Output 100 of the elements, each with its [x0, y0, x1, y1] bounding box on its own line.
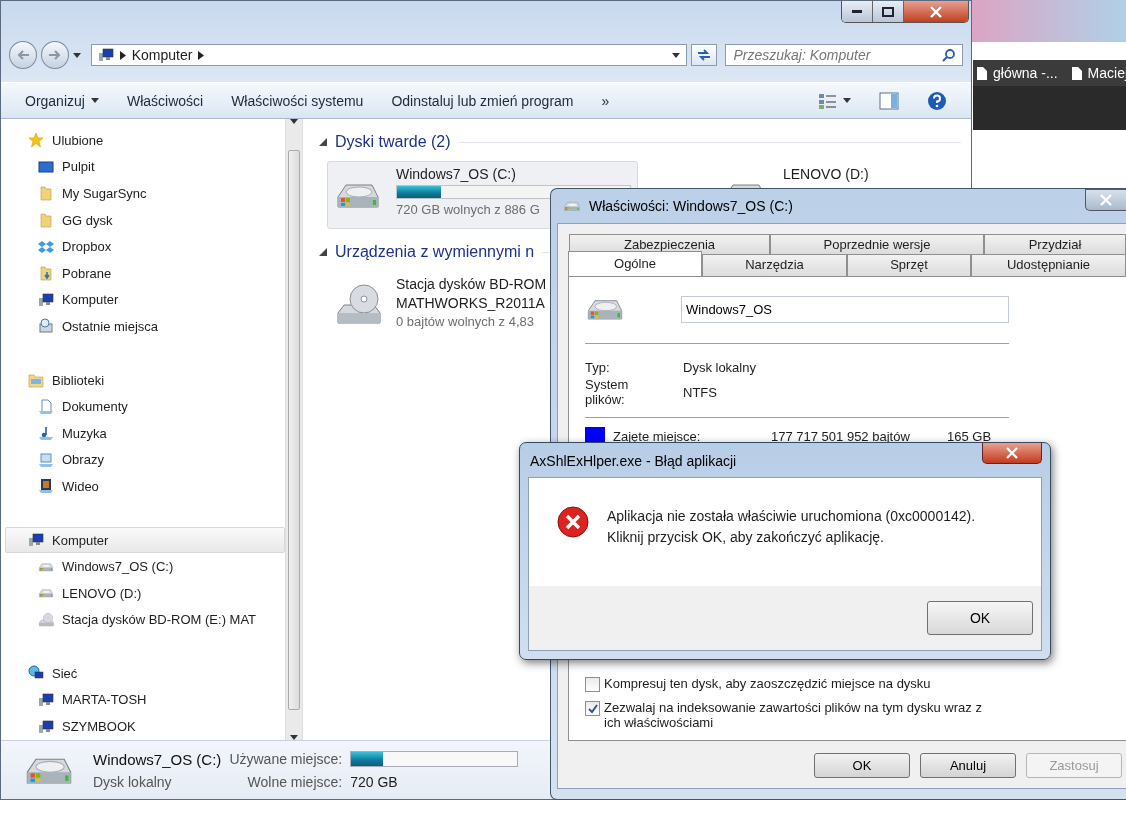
browser-tab[interactable]: główna -...	[977, 65, 1058, 81]
view-options-icon	[819, 92, 837, 109]
close-icon	[1099, 194, 1113, 206]
used-space-label: Używane miejsce:	[229, 751, 343, 767]
close-button[interactable]	[982, 443, 1042, 464]
forward-arrow-icon	[48, 50, 61, 60]
drive-type: Dysk lokalny	[93, 773, 173, 790]
computer-icon	[38, 718, 54, 735]
star-icon	[28, 132, 44, 149]
minimize-icon	[852, 9, 862, 14]
group-header[interactable]: Dyski twarde (2)	[335, 133, 451, 151]
drive-label: MATHWORKS_R2011A	[396, 295, 545, 311]
nav-item[interactable]: Dropbox	[5, 233, 285, 260]
scrollbar[interactable]	[285, 119, 302, 740]
nav-item[interactable]: Stacja dysków BD-ROM (E:) MAT	[5, 606, 285, 634]
computer-icon	[38, 291, 54, 308]
toolbar-button[interactable]: Odinstaluj lub zmień program	[381, 88, 584, 113]
page-icon	[1071, 66, 1082, 80]
toolbar-button[interactable]: »	[591, 88, 620, 113]
preview-pane-icon	[879, 91, 899, 110]
nav-item[interactable]: Windows7_OS (C:)	[5, 553, 285, 580]
ok-button[interactable]: OK	[927, 601, 1033, 635]
toolbar-menu[interactable]: Organizuj	[15, 88, 109, 113]
chevron-icon	[198, 50, 205, 60]
error-message: Kliknij przycisk OK, aby zakończyć aplikację.	[607, 528, 885, 547]
drive-name: Windows7_OS (C:)	[93, 750, 222, 768]
recent-places-icon	[38, 318, 54, 335]
close-icon	[1005, 447, 1019, 459]
nav-item[interactable]: Obrazy	[5, 446, 285, 474]
chevron-icon	[119, 50, 126, 60]
nav-item[interactable]: Pulpit	[5, 153, 285, 181]
toolbar-button[interactable]: Właściwości	[116, 88, 214, 113]
minimize-button[interactable]	[842, 1, 873, 22]
computer-icon	[38, 692, 54, 708]
nav-item[interactable]: Ostatnie miejsca	[5, 313, 285, 340]
network-icon	[28, 665, 44, 682]
drive-name: Windows7_OS (C:)	[396, 166, 516, 182]
dropdown-caret-icon	[671, 52, 680, 58]
property-label: System plików:	[585, 377, 630, 407]
dialog-title: AxShlExHlper.exe - Błąd aplikacji	[529, 452, 738, 469]
tab[interactable]: Ogólne	[568, 251, 702, 276]
breadcrumb[interactable]: Komputer	[131, 47, 193, 63]
checkbox[interactable]	[585, 701, 600, 716]
nav-item[interactable]: Ulubione	[5, 127, 285, 154]
caret-icon	[90, 98, 99, 103]
nav-item[interactable]: SZYMBOOK	[5, 713, 285, 740]
drive-name: LENOVO (D:)	[783, 166, 869, 182]
help-icon	[927, 90, 947, 111]
tab[interactable]: Poprzednie wersje	[770, 234, 984, 254]
nav-item[interactable]: Pobrane	[5, 259, 285, 287]
nav-item[interactable]: Wideo	[5, 473, 285, 500]
film-icon	[38, 478, 54, 495]
nav-item[interactable]: My SugarSync	[5, 180, 285, 207]
nav-item[interactable]: Komputer	[5, 526, 285, 554]
collapse-icon	[319, 248, 327, 256]
page-icon	[977, 66, 987, 80]
address-bar[interactable]: Komputer	[90, 44, 687, 66]
drive-name-field[interactable]: Windows7_OS	[681, 295, 1009, 323]
box-icon	[38, 238, 54, 255]
desktop-icon	[38, 158, 54, 175]
checkbox[interactable]	[585, 677, 600, 692]
dialog-button[interactable]: OK	[814, 753, 910, 778]
toolbar-button[interactable]: Właściwości systemu	[221, 88, 374, 113]
refresh-button[interactable]	[690, 44, 717, 66]
tab[interactable]: Zabezpieczenia	[569, 234, 770, 254]
nav-item[interactable]: MARTA-TOSH	[5, 686, 285, 714]
property-label: Typ:	[585, 360, 611, 375]
back-button[interactable]	[9, 41, 37, 69]
document-icon	[38, 398, 54, 415]
nav-item[interactable]: GG dysk	[5, 206, 285, 234]
nav-item[interactable]: Sieć	[5, 660, 285, 687]
tab[interactable]: Udostępnianie	[971, 254, 1126, 276]
checkbox-label[interactable]: Zezwalaj na indeksowanie zawartości plików na tym dysku wraz z ich właściwościami	[604, 700, 985, 730]
nav-item[interactable]: Muzyka	[5, 419, 285, 447]
history-caret-icon	[72, 52, 81, 58]
free-space-text: 720 GB wolnych z 886 G	[396, 202, 540, 217]
group-header[interactable]: Urządzenia z wymiennymi n	[335, 243, 535, 261]
dialog-button[interactable]: Anuluj	[920, 753, 1016, 778]
nav-item[interactable]: Komputer	[5, 286, 285, 314]
tab[interactable]: Sprzęt	[847, 254, 971, 276]
maximize-icon	[882, 6, 894, 17]
computer-icon	[28, 532, 44, 548]
search-field[interactable]: Przeszukaj: Komputer	[724, 44, 963, 66]
tab[interactable]: Przydział	[984, 234, 1126, 254]
used-bytes: 177 717 501 952 bajtów	[771, 428, 911, 444]
checkmark-icon	[587, 703, 598, 714]
picture-icon	[38, 451, 54, 468]
checkbox-label[interactable]: Kompresuj ten dysk, aby zaoszczędzić miejsce na dysku	[604, 676, 931, 691]
search-icon	[942, 48, 956, 62]
free-space-text: 0 bajtów wolnych z 4,83	[396, 314, 535, 329]
close-button[interactable]	[904, 1, 968, 22]
forward-button[interactable]	[40, 41, 69, 69]
error-message: Aplikacja nie została właściwie uruchomiona (0xc0000142).	[607, 507, 976, 526]
disc-drive-icon	[38, 611, 54, 628]
maximize-button[interactable]	[873, 1, 904, 22]
close-button[interactable]	[1085, 189, 1126, 211]
tab[interactable]: Narzędzia	[702, 254, 847, 276]
nav-item[interactable]: Biblioteki	[5, 366, 285, 394]
nav-item[interactable]: Dokumenty	[5, 393, 285, 420]
nav-item[interactable]: LENOVO (D:)	[5, 579, 285, 607]
